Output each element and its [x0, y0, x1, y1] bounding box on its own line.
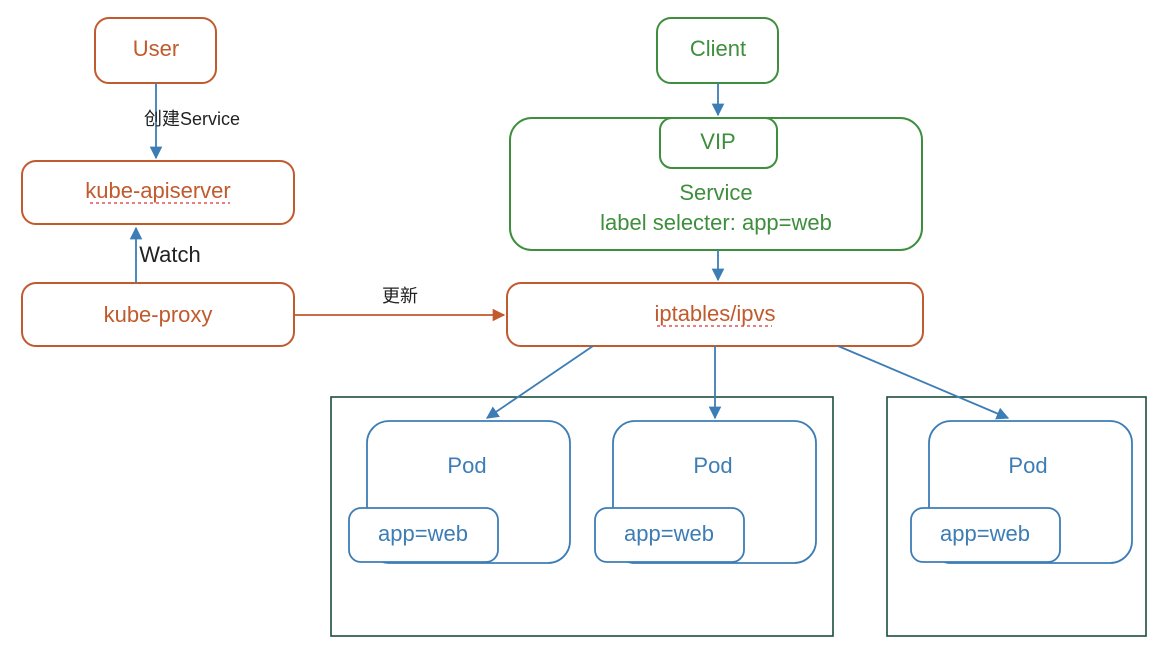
apiserver-label: kube-apiserver	[85, 178, 231, 203]
pod-title: Pod	[693, 453, 732, 478]
pod-1: Pod app=web	[349, 421, 570, 563]
pod-label: app=web	[624, 521, 714, 546]
edge-iptables-pod3	[838, 346, 1008, 418]
vip-label: VIP	[700, 129, 735, 154]
edge-iptables-pod1	[487, 346, 593, 418]
user-label: User	[133, 36, 179, 61]
iptables-label: iptables/ipvs	[654, 301, 775, 326]
pod-label: app=web	[940, 521, 1030, 546]
pod-title: Pod	[447, 453, 486, 478]
service-selector: label selecter: app=web	[600, 210, 832, 235]
client-label: Client	[690, 36, 746, 61]
edge-create-service-label: 创建Service	[144, 109, 240, 129]
edge-watch-label: Watch	[139, 242, 201, 267]
kubeproxy-label: kube-proxy	[104, 302, 213, 327]
service-title: Service	[679, 180, 752, 205]
pod-label: app=web	[378, 521, 468, 546]
pod-title: Pod	[1008, 453, 1047, 478]
pod-3: Pod app=web	[911, 421, 1132, 563]
edge-update-label: 更新	[382, 286, 418, 306]
pod-2: Pod app=web	[595, 421, 816, 563]
